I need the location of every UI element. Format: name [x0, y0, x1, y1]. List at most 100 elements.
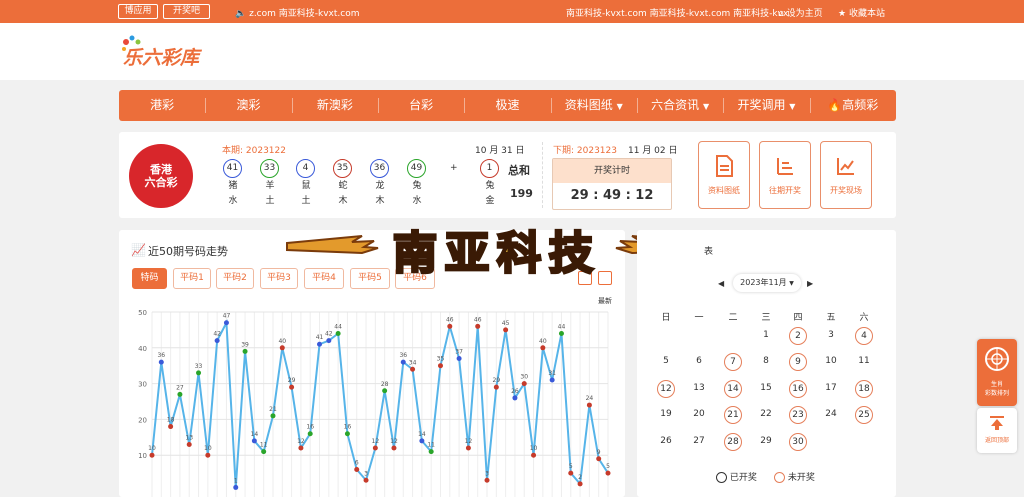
special-zodiac: 兔: [485, 181, 495, 191]
ball-element: 木: [338, 196, 348, 206]
data-label: 36: [399, 352, 407, 359]
y-tick-label: 20: [138, 416, 147, 424]
tab-regular-1[interactable]: 平码1: [173, 268, 211, 289]
data-point: [223, 320, 229, 326]
ball-zodiac: 兔: [412, 181, 422, 191]
legend-open-dot: [716, 472, 727, 483]
calendar-day[interactable]: 30: [789, 433, 807, 451]
live-button[interactable]: 开奖现场: [820, 141, 872, 209]
zodiac-float-button[interactable]: 生肖 彩数排列: [977, 339, 1017, 406]
data-point: [289, 384, 295, 390]
calendar-day[interactable]: 1: [757, 327, 775, 345]
nav-item-news[interactable]: 六合资讯 ▼: [636, 90, 723, 121]
calendar-day[interactable]: 5: [657, 353, 675, 371]
data-point: [149, 452, 155, 458]
calendar-day[interactable]: 17: [822, 380, 840, 398]
nav-item-materials[interactable]: 资料图纸 ▼: [550, 90, 637, 121]
data-point: [531, 452, 537, 458]
data-label: 29: [288, 377, 296, 384]
data-label: 42: [325, 331, 333, 338]
history-button[interactable]: 往期开奖: [759, 141, 811, 209]
ball: 4: [296, 159, 315, 178]
calendar-day[interactable]: 14: [724, 380, 742, 398]
set-home-link[interactable]: ⌂ 设为主页: [778, 6, 823, 19]
calendar-day[interactable]: 18: [855, 380, 873, 398]
data-label: 12: [372, 438, 380, 445]
announcement-bar: 🔈 z.com 南亚科技-kvxt.com: [235, 6, 360, 19]
nav-item-macau[interactable]: 澳彩: [205, 90, 291, 121]
calendar-day[interactable]: 16: [789, 380, 807, 398]
data-label: 14: [418, 431, 426, 438]
bookmark-link[interactable]: ★ 收藏本站: [838, 6, 885, 19]
calendar-day[interactable]: 19: [657, 406, 675, 424]
calendar-day[interactable]: 22: [757, 406, 775, 424]
data-label: 18: [167, 417, 175, 424]
next-month-icon[interactable]: ▶: [807, 279, 813, 288]
nav-item-high-freq[interactable]: 🔥高频彩: [809, 90, 896, 121]
app-button[interactable]: 博应用: [118, 4, 158, 19]
calendar-day[interactable]: 29: [757, 433, 775, 451]
bookmark-label: 收藏本站: [848, 9, 885, 19]
calendar-day[interactable]: 9: [789, 353, 807, 371]
back-to-top-button[interactable]: 返回顶部: [977, 408, 1017, 453]
calendar-day[interactable]: 25: [855, 406, 873, 424]
lottery-button[interactable]: 开奖吧: [163, 4, 210, 19]
data-point: [214, 338, 220, 344]
calendar-day[interactable]: 27: [690, 433, 708, 451]
weekday-header: 日: [661, 313, 671, 323]
calendar-day[interactable]: 10: [822, 353, 840, 371]
data-point: [596, 456, 602, 462]
special-element: 金: [485, 196, 495, 206]
data-label: 12: [390, 438, 398, 445]
calendar-day[interactable]: 12: [657, 380, 675, 398]
calendar-day[interactable]: 15: [757, 380, 775, 398]
calendar-day[interactable]: 2: [789, 327, 807, 345]
nav-item-speed[interactable]: 极速: [464, 90, 550, 121]
prev-month-icon[interactable]: ◀: [718, 279, 724, 288]
calendar-day[interactable]: 6: [690, 353, 708, 371]
calendar-day[interactable]: 23: [789, 406, 807, 424]
plus-sign: +: [450, 163, 458, 173]
data-point: [484, 477, 490, 483]
month-select[interactable]: 2023年11月 ▼: [733, 274, 801, 292]
materials-button[interactable]: 资料图纸: [698, 141, 750, 209]
calendar-day[interactable]: 7: [724, 353, 742, 371]
calendar-day[interactable]: 21: [724, 406, 742, 424]
calendar-day[interactable]: 24: [822, 406, 840, 424]
ball: 49: [407, 159, 426, 178]
zodiac-float-line2: 彩数排列: [984, 390, 1009, 397]
data-point: [493, 384, 499, 390]
ball: 33: [260, 159, 279, 178]
nav-item-api[interactable]: 开奖调用 ▼: [723, 90, 809, 121]
data-point: [549, 377, 555, 383]
weekday-header: 四: [793, 313, 803, 323]
calendar-day[interactable]: 11: [855, 353, 873, 371]
nav-item-taiwan[interactable]: 台彩: [377, 90, 464, 121]
site-logo[interactable]: 乐六彩库: [119, 33, 219, 69]
arrow-up-icon: [990, 416, 1004, 430]
data-label: 41: [316, 334, 324, 341]
data-point: [447, 323, 453, 329]
tab-special[interactable]: 特码: [132, 268, 167, 289]
ball-zodiac: 猪: [228, 181, 238, 191]
calendar-day[interactable]: 26: [657, 433, 675, 451]
nav-item-hk[interactable]: 港彩: [119, 90, 205, 121]
data-point: [158, 359, 164, 365]
calendar-day[interactable]: 4: [855, 327, 873, 345]
calendar-day[interactable]: 3: [822, 327, 840, 345]
calendar-day[interactable]: 20: [690, 406, 708, 424]
data-label: 31: [548, 370, 556, 377]
nav-label-high-freq: 高频彩: [842, 98, 879, 112]
calendar-day[interactable]: 28: [724, 433, 742, 451]
data-label: 47: [223, 313, 231, 320]
calendar-day[interactable]: 8: [757, 353, 775, 371]
calendar-day[interactable]: 13: [690, 380, 708, 398]
data-point: [177, 391, 183, 397]
tab-regular-2[interactable]: 平码2: [216, 268, 254, 289]
data-label: 2: [578, 474, 582, 481]
trend-chart: 1020304050103618271333104247139141121402…: [138, 309, 611, 497]
caret-down-icon: ▼: [702, 102, 710, 111]
countdown-timer: 29 : 49 : 12: [570, 188, 654, 203]
history-icon: [777, 158, 793, 175]
nav-item-new-macau[interactable]: 新澳彩: [291, 90, 378, 121]
